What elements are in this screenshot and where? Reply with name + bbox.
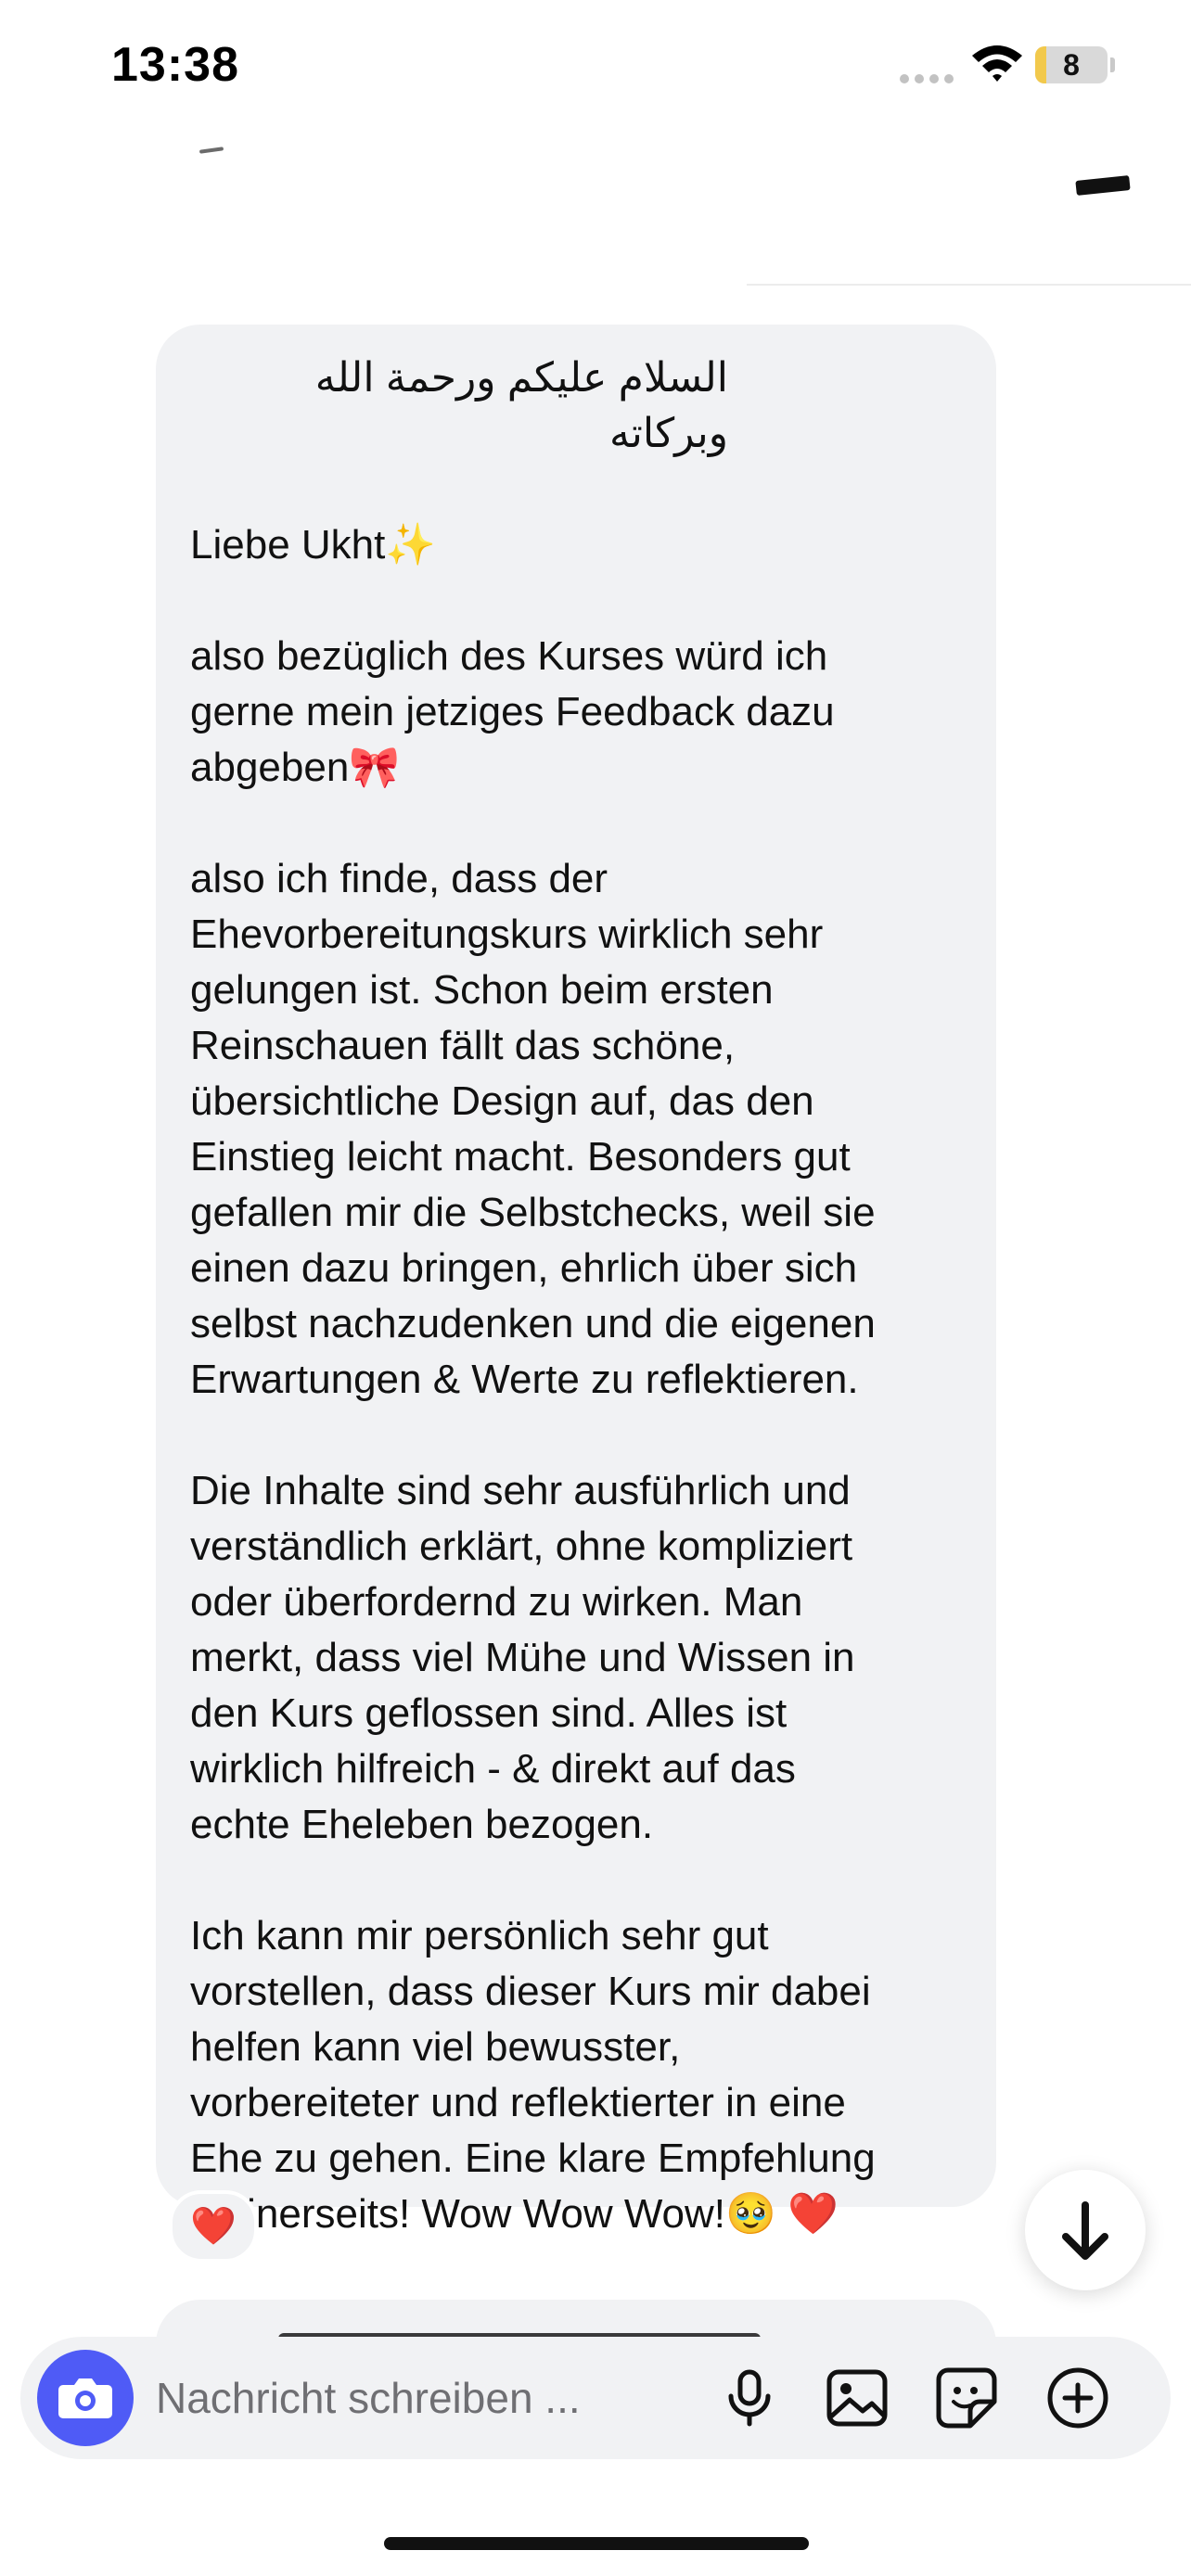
- camera-button[interactable]: [37, 2350, 134, 2446]
- header-divider: [747, 284, 1191, 286]
- message-input[interactable]: [156, 2365, 675, 2431]
- status-bar: 13:38 8: [0, 0, 1191, 139]
- message-paragraph: Liebe Ukht✨: [190, 522, 437, 567]
- camera-icon: [58, 2378, 112, 2418]
- header-fragment: [1075, 175, 1131, 196]
- plus-circle-icon[interactable]: [1044, 2365, 1111, 2431]
- header-fragment: [198, 147, 224, 154]
- battery-level: 8: [1063, 48, 1080, 82]
- battery-indicator: 8: [1035, 46, 1108, 83]
- arrow-down-icon: [1062, 2201, 1108, 2260]
- wifi-icon: [972, 45, 1022, 82]
- status-time: 13:38: [111, 38, 239, 92]
- image-icon[interactable]: [824, 2365, 890, 2431]
- message-paragraph: also ich finde, dass der Ehevorbereitung…: [190, 856, 876, 1402]
- chat-screen: 13:38 8 السلام عليكم ورحمة الله وبركاته …: [0, 0, 1191, 2576]
- battery-cap: [1110, 57, 1115, 72]
- message-paragraph: also bezüglich des Kurses würd ich gerne…: [190, 633, 835, 790]
- scroll-to-bottom-button[interactable]: [1025, 2170, 1146, 2290]
- message-text: السلام عليكم ورحمة الله وبركاته Liebe Uk…: [190, 351, 979, 2242]
- message-reaction[interactable]: ❤️: [169, 2190, 258, 2263]
- home-indicator[interactable]: [384, 2537, 809, 2550]
- message-greeting-arabic: السلام عليكم ورحمة الله وبركاته: [314, 355, 728, 456]
- message-paragraph: Die Inhalte sind sehr ausführlich und ve…: [190, 1468, 855, 1847]
- microphone-icon[interactable]: [716, 2365, 783, 2431]
- cellular-signal-icon: [900, 74, 955, 83]
- message-paragraph: Ich kann mir persönlich sehr gut vorstel…: [190, 1913, 876, 2237]
- sticker-icon[interactable]: [933, 2365, 1000, 2431]
